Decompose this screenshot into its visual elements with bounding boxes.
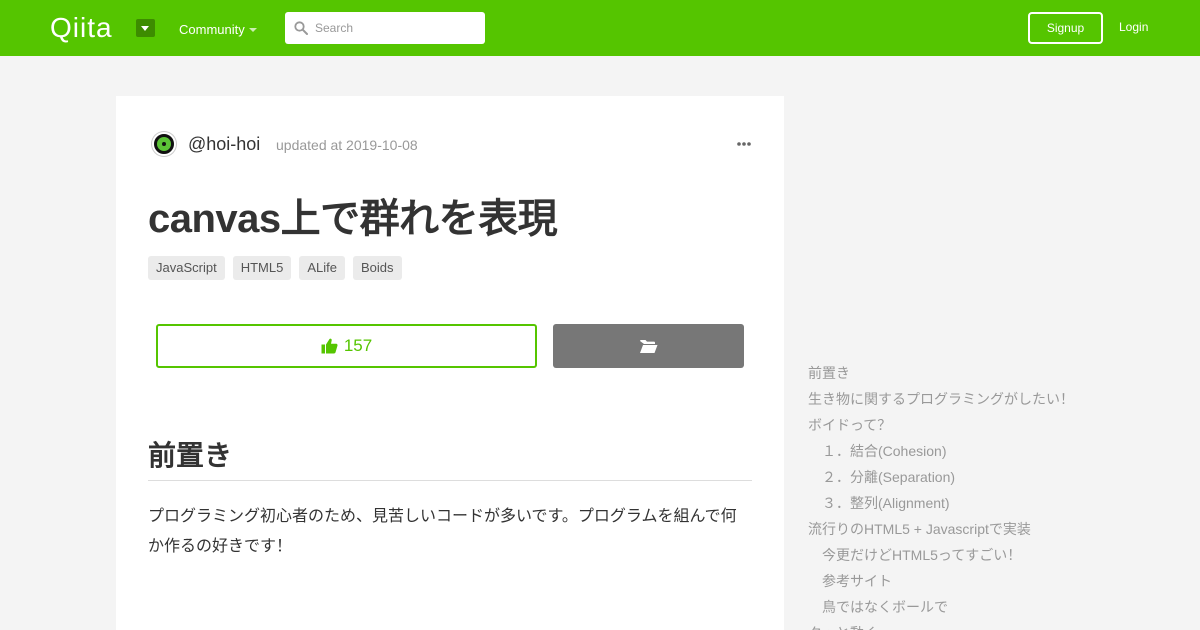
tag-list: JavaScript HTML5 ALife Boids — [148, 256, 402, 280]
login-link[interactable]: Login — [1119, 20, 1148, 34]
updated-date: updated at 2019-10-08 — [276, 137, 418, 153]
community-menu[interactable]: Community — [179, 22, 245, 37]
search-icon — [294, 21, 308, 35]
tag-html5[interactable]: HTML5 — [232, 256, 292, 280]
like-button[interactable]: 157 — [156, 324, 537, 368]
author-username[interactable]: @hoi-hoi — [188, 134, 260, 155]
thumbs-up-icon — [321, 338, 338, 354]
toc-item[interactable]: 生き物に関するプログラミングがしたい！ — [808, 386, 1188, 412]
chevron-down-icon[interactable] — [249, 28, 257, 32]
toc-item[interactable]: 鳥ではなくボールで — [808, 594, 1188, 620]
stock-button[interactable] — [553, 324, 744, 368]
tag-alife[interactable]: ALife — [299, 256, 345, 280]
folder-open-icon — [640, 339, 658, 353]
toc-item[interactable]: ３．整列(Alignment) — [808, 490, 1188, 516]
toc-item[interactable]: ２．分離(Separation) — [808, 464, 1188, 490]
toc-item[interactable]: ボイドって？ — [808, 412, 1188, 438]
toc-item[interactable]: 参考サイト — [808, 568, 1188, 594]
tag-boids[interactable]: Boids — [352, 256, 402, 280]
article-paragraph: プログラミング初心者のため、見苦しいコードが多いです。プログラムを組んで何か作る… — [148, 508, 737, 555]
logo-menu-caret-icon[interactable] — [136, 19, 155, 37]
search-box[interactable] — [285, 12, 485, 44]
like-count: 157 — [343, 336, 373, 355]
toc-item[interactable]: 前置き — [808, 360, 1188, 386]
section-heading: 前置き — [148, 434, 752, 481]
toc-item[interactable]: １．結合(Cohesion) — [808, 438, 1188, 464]
toc-item[interactable]: クッと動く — [808, 620, 1188, 630]
article-title: canvas上で群れを表現 — [148, 197, 558, 241]
global-header: Qiita Community Signup Login — [0, 0, 1200, 56]
toc-item[interactable]: 流行りのHTML5 + Javascriptで実装 — [808, 516, 1188, 542]
table-of-contents: 前置き 生き物に関するプログラミングがしたい！ ボイドって？ １．結合(Cohe… — [808, 360, 1188, 630]
qiita-logo[interactable]: Qiita — [50, 14, 113, 42]
search-input[interactable] — [315, 12, 480, 44]
signup-button[interactable]: Signup — [1028, 12, 1103, 44]
more-options-icon[interactable] — [736, 136, 752, 152]
avatar[interactable] — [152, 132, 176, 156]
toc-item[interactable]: 今更だけどHTML5ってすごい！ — [808, 542, 1188, 568]
tag-javascript[interactable]: JavaScript — [148, 256, 225, 280]
